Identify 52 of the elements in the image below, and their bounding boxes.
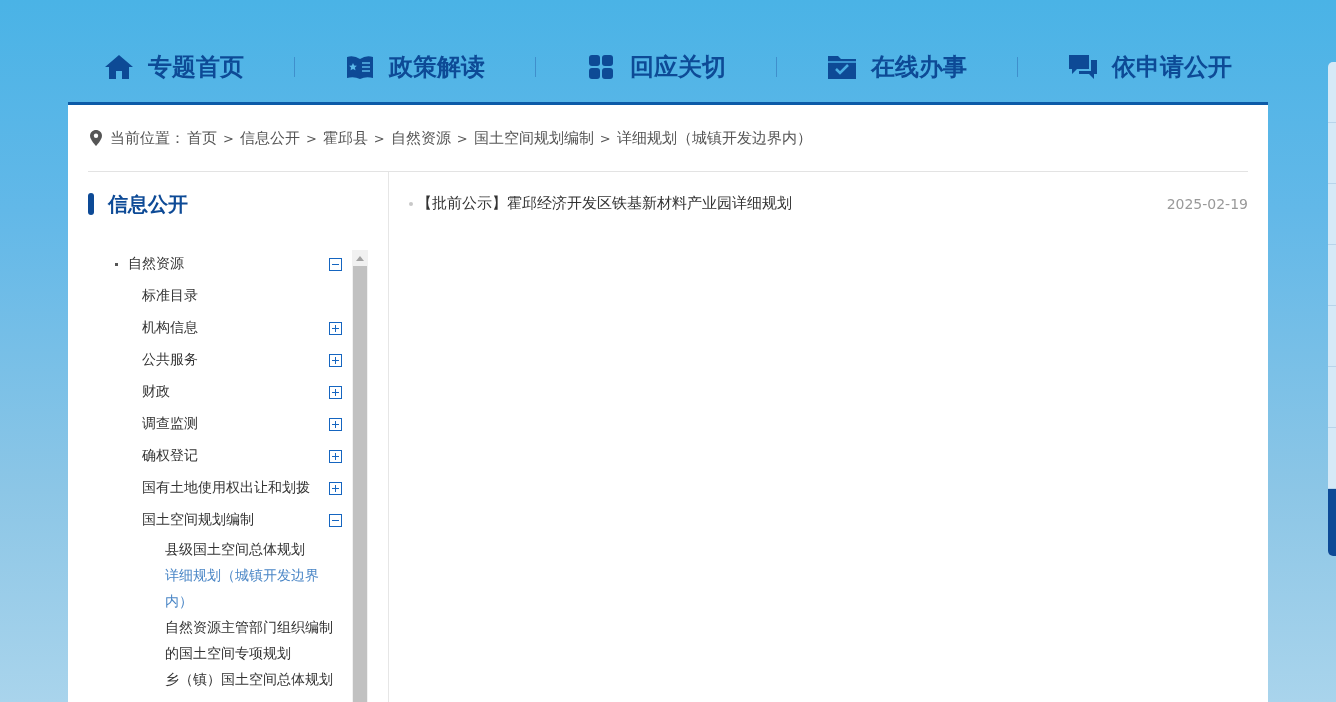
expand-toggle-icon[interactable] — [329, 417, 342, 431]
tree-item[interactable]: 自然资源主管部门组织编制的国土空间专项规划 — [165, 614, 335, 666]
tree-item[interactable]: 公共服务 — [142, 351, 329, 369]
breadcrumb-link[interactable]: 霍邱县 — [322, 128, 368, 148]
chat-icon — [1068, 54, 1098, 80]
nav-link[interactable]: 政策解读 — [295, 51, 535, 83]
breadcrumb-separator: > — [223, 130, 234, 146]
scrollbar[interactable] — [352, 250, 368, 702]
bullet-icon — [115, 262, 118, 266]
tree-item[interactable]: 详细规划（城镇开发边界内） — [165, 562, 335, 614]
breadcrumb-separator: > — [599, 130, 611, 146]
article-link[interactable]: 【批前公示】霍邱经济开发区铁基新材料产业园详细规划 — [417, 194, 1167, 213]
collapse-toggle-icon[interactable] — [329, 257, 342, 271]
tree-item[interactable]: 调查监测 — [142, 415, 329, 433]
collapse-toggle-icon[interactable] — [329, 513, 342, 527]
folder-check-icon — [827, 54, 857, 80]
sidebar-title: 信息公开 — [108, 190, 188, 218]
expand-toggle-icon[interactable] — [329, 321, 342, 335]
expand-toggle-icon[interactable] — [329, 353, 342, 367]
breadcrumb-link[interactable]: 自然资源 — [390, 128, 451, 148]
tree-item[interactable]: 财政 — [142, 383, 329, 401]
breadcrumb-separator: > — [305, 130, 317, 146]
tree-item[interactable]: 县级国土空间总体规划 — [165, 536, 335, 562]
tree-item[interactable]: 标准目录 — [142, 287, 342, 305]
article-date: 2025-02-19 — [1166, 195, 1248, 212]
tree-item[interactable]: 确权登记 — [142, 447, 329, 465]
location-pin-icon — [90, 130, 102, 146]
title-accent-bar — [88, 193, 94, 215]
breadcrumb-label: 当前位置： — [110, 128, 185, 148]
breadcrumb-link[interactable]: 信息公开 — [239, 128, 300, 148]
scrollbar-thumb[interactable] — [353, 266, 367, 702]
breadcrumb-separator: > — [373, 130, 385, 146]
book-icon — [345, 54, 375, 80]
tree-item[interactable]: 机构信息 — [142, 319, 329, 337]
tree-item[interactable]: 乡（镇）国土空间总体规划 — [165, 666, 335, 692]
breadcrumb-link[interactable]: 详细规划（城镇开发边界内） — [616, 128, 812, 148]
breadcrumb-link[interactable]: 国土空间规划编制 — [473, 128, 594, 148]
nav-link[interactable]: 依申请公开 — [1018, 51, 1282, 83]
expand-toggle-icon[interactable] — [329, 449, 342, 463]
breadcrumb-link[interactable]: 首页 — [187, 128, 217, 148]
expand-toggle-icon[interactable] — [329, 385, 342, 399]
home-icon — [104, 54, 134, 80]
bullet-icon — [409, 201, 413, 206]
expand-toggle-icon[interactable] — [329, 481, 342, 495]
tree-item[interactable]: 国土空间规划编制 — [142, 511, 329, 529]
tree-item[interactable]: 国有土地使用权出让和划拨 — [142, 479, 329, 497]
nav-link[interactable]: 回应关切 — [536, 51, 776, 83]
breadcrumb-separator: > — [456, 130, 468, 146]
grid-icon — [586, 54, 616, 80]
nav-link[interactable]: 专题首页 — [54, 51, 294, 83]
tree-item[interactable]: 自然资源 — [128, 255, 329, 273]
nav-link[interactable]: 在线办事 — [777, 51, 1017, 83]
